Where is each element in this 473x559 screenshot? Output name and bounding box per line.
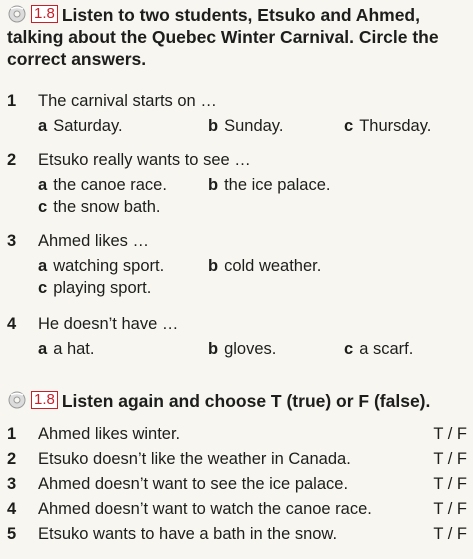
section1-instruction: 1.8 Listen to two students, Etsuko and A… xyxy=(7,4,469,70)
tf-choice[interactable]: T / F xyxy=(433,525,467,544)
tf-statement: Etsuko doesn’t like the weather in Canad… xyxy=(38,450,351,468)
tf-statement: Ahmed likes winter. xyxy=(38,425,181,443)
option-c[interactable]: c playing sport. xyxy=(38,279,151,298)
tf-choice[interactable]: T / F xyxy=(433,425,467,444)
option-b[interactable]: b gloves. xyxy=(208,340,276,359)
option-b[interactable]: b the ice palace. xyxy=(208,176,331,195)
tf-item-1: 1 Ahmed likes winter. T / F xyxy=(7,425,467,444)
question-3: 3 Ahmed likes … a watching sport. b cold w… xyxy=(7,232,467,302)
section2-instruction-text: Listen again and choose T (true) or F (f… xyxy=(61,391,431,411)
question-text: The carnival starts on … xyxy=(38,92,217,110)
option-b[interactable]: b Sunday. xyxy=(208,117,283,136)
option-c[interactable]: c the snow bath. xyxy=(38,198,161,217)
cd-icon: 1.8 xyxy=(7,5,58,23)
question-number: 2 xyxy=(7,151,17,169)
option-a[interactable]: aa hat. xyxy=(38,340,94,359)
question-4: 4 He doesn’t have … aa hat. b gloves. ca … xyxy=(7,315,467,363)
tf-statement: Etsuko wants to have a bath in the snow. xyxy=(38,525,338,543)
track-number: 1.8 xyxy=(31,391,58,409)
track-number: 1.8 xyxy=(31,5,58,23)
question-text: Etsuko really wants to see … xyxy=(38,151,251,169)
option-a[interactable]: a the canoe race. xyxy=(38,176,167,195)
tf-choice[interactable]: T / F xyxy=(433,475,467,494)
tf-item-4: 4 Ahmed doesn’t want to watch the canoe … xyxy=(7,500,467,519)
question-number: 3 xyxy=(7,232,17,250)
option-b[interactable]: b cold weather. xyxy=(208,257,321,276)
cd-icon: 1.8 xyxy=(7,391,58,409)
option-a[interactable]: a watching sport. xyxy=(38,257,164,276)
question-text: Ahmed likes … xyxy=(38,232,149,250)
tf-item-2: 2 Etsuko doesn’t like the weather in Can… xyxy=(7,450,467,469)
question-2: 2 Etsuko really wants to see … a the cano… xyxy=(7,151,467,221)
tf-statement: Ahmed doesn’t want to watch the canoe ra… xyxy=(38,500,372,518)
tf-choice[interactable]: T / F xyxy=(433,450,467,469)
section2-instruction: 1.8 Listen again and choose T (true) or … xyxy=(7,390,469,412)
section1-instruction-text: Listen to two students, Etsuko and Ahmed… xyxy=(7,5,439,69)
option-a[interactable]: a Saturday. xyxy=(38,117,123,136)
option-c[interactable]: ca scarf. xyxy=(344,340,413,359)
tf-statement: Ahmed doesn’t want to see the ice palace… xyxy=(38,475,349,493)
tf-item-5: 5 Etsuko wants to have a bath in the sno… xyxy=(7,525,467,544)
worksheet-page: 1.8 Listen to two students, Etsuko and A… xyxy=(0,0,473,559)
question-text: He doesn’t have … xyxy=(38,315,179,333)
tf-choice[interactable]: T / F xyxy=(433,500,467,519)
question-number: 1 xyxy=(7,92,17,110)
tf-item-3: 3 Ahmed doesn’t want to see the ice pala… xyxy=(7,475,467,494)
option-c[interactable]: c Thursday. xyxy=(344,117,431,136)
question-number: 4 xyxy=(7,315,17,333)
question-1: 1 The carnival starts on … a Saturday. bS… xyxy=(7,92,467,140)
